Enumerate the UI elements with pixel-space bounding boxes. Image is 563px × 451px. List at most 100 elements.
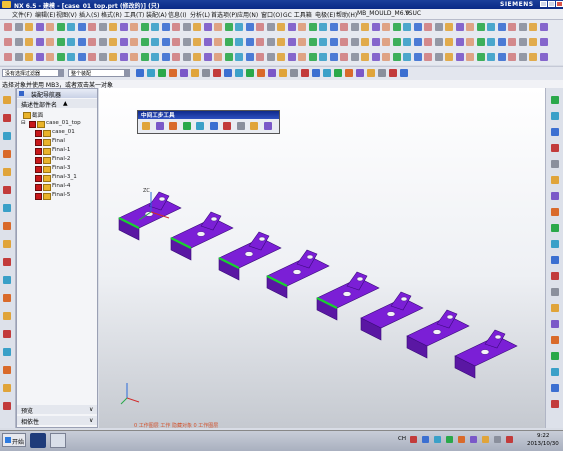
toolbar-tool-icon[interactable]	[287, 53, 296, 61]
toolbar-tool-icon[interactable]	[14, 53, 23, 61]
step-tool-icon[interactable]	[182, 122, 191, 130]
toolbar-tool-icon[interactable]	[434, 53, 443, 61]
toolbar-tool-icon[interactable]	[371, 38, 380, 46]
toolbar-tool-icon[interactable]	[151, 23, 159, 31]
snap-tool-icon[interactable]	[389, 69, 397, 77]
toolbar-tool-icon[interactable]	[455, 38, 464, 46]
toolbar-tool-icon[interactable]	[308, 23, 317, 31]
toolbar-tool-icon[interactable]	[214, 38, 222, 46]
toolbar-tool-icon[interactable]	[466, 38, 474, 46]
toolbar-tool-icon[interactable]	[539, 23, 548, 31]
checkbox-icon[interactable]	[35, 175, 42, 182]
bracket-hole[interactable]	[494, 334, 502, 340]
right-tool-icon[interactable]	[551, 288, 559, 296]
language-indicator[interactable]: CH	[398, 436, 406, 442]
resource-tab-icon[interactable]	[3, 222, 11, 230]
toolbar-tool-icon[interactable]	[382, 23, 390, 31]
bracket-hole[interactable]	[244, 251, 254, 257]
toolbar-tool-icon[interactable]	[329, 38, 338, 46]
toolbar-tool-icon[interactable]	[445, 53, 453, 61]
toolbar-tool-icon[interactable]	[445, 23, 453, 31]
toolbar-tool-icon[interactable]	[14, 38, 23, 46]
toolbar-tool-icon[interactable]	[298, 38, 306, 46]
resource-tab-icon[interactable]	[3, 312, 11, 320]
toolbar-tool-icon[interactable]	[329, 53, 338, 61]
toolbar-tool-icon[interactable]	[466, 53, 474, 61]
toolbar-tool-icon[interactable]	[46, 38, 54, 46]
right-tool-icon[interactable]	[551, 336, 559, 344]
toolbar-tool-icon[interactable]	[371, 23, 380, 31]
toolbar-tool-icon[interactable]	[140, 53, 149, 61]
toolbar-tool-icon[interactable]	[256, 23, 264, 31]
resource-tab-icon[interactable]	[3, 294, 11, 302]
toolbar-tool-icon[interactable]	[161, 23, 170, 31]
toolbar-tool-icon[interactable]	[529, 38, 537, 46]
snap-tool-icon[interactable]	[312, 69, 320, 77]
resource-tab-icon[interactable]	[3, 150, 11, 158]
snap-tool-icon[interactable]	[356, 69, 364, 77]
toolbar-tool-icon[interactable]	[172, 23, 180, 31]
toolbar-tool-icon[interactable]	[245, 23, 254, 31]
selection-filter-select[interactable]: 没有选择过滤器	[2, 69, 64, 77]
menu-item[interactable]: 文件(F)	[12, 10, 32, 19]
toolbar-tool-icon[interactable]	[98, 53, 107, 61]
menu-item[interactable]: 信息(I)	[168, 10, 186, 19]
tray-icon[interactable]	[482, 436, 489, 443]
right-tool-icon[interactable]	[551, 320, 559, 328]
toolbar-tool-icon[interactable]	[434, 38, 443, 46]
graphics-viewport[interactable]: ZC 0 工作图层 工作 隐藏对象 0 工作图层	[99, 88, 545, 429]
resource-tab-icon[interactable]	[3, 240, 11, 248]
toolbar-tool-icon[interactable]	[434, 23, 443, 31]
right-tool-icon[interactable]	[551, 112, 559, 120]
bracket-hole[interactable]	[446, 314, 454, 320]
toolbar-tool-icon[interactable]	[67, 23, 75, 31]
toolbar-tool-icon[interactable]	[109, 38, 117, 46]
snap-tool-icon[interactable]	[367, 69, 375, 77]
snap-tool-icon[interactable]	[202, 69, 210, 77]
toolbar-tool-icon[interactable]	[487, 53, 495, 61]
right-tool-icon[interactable]	[551, 160, 559, 168]
toolbar-tool-icon[interactable]	[403, 38, 411, 46]
menu-item[interactable]: MB_MOULD_M6.9	[357, 10, 409, 17]
toolbar-tool-icon[interactable]	[497, 38, 506, 46]
toolbar-tool-icon[interactable]	[235, 23, 243, 31]
toolbar-tool-icon[interactable]	[203, 23, 212, 31]
toolbar-tool-icon[interactable]	[193, 53, 201, 61]
wcs-z-label[interactable]: ZC	[143, 188, 150, 194]
minimize-button[interactable]	[540, 1, 547, 7]
toolbar-tool-icon[interactable]	[539, 53, 548, 61]
resource-tab-icon[interactable]	[3, 258, 11, 266]
toolbar-tool-icon[interactable]	[14, 23, 23, 31]
tray-icon[interactable]	[410, 436, 417, 443]
toolbar-tool-icon[interactable]	[308, 38, 317, 46]
toolbar-tool-icon[interactable]	[56, 53, 65, 61]
chevron-down-icon[interactable]	[124, 70, 130, 76]
toolbar-tool-icon[interactable]	[56, 23, 65, 31]
menu-item[interactable]: 帮助(H)	[336, 10, 357, 19]
toolbar-tool-icon[interactable]	[340, 38, 348, 46]
toolbar-tool-icon[interactable]	[140, 38, 149, 46]
toolbar-tool-icon[interactable]	[193, 38, 201, 46]
toolbar-tool-icon[interactable]	[25, 23, 33, 31]
bracket-hole[interactable]	[158, 196, 166, 202]
toolbar-tool-icon[interactable]	[56, 38, 65, 46]
checkbox-icon[interactable]	[35, 184, 42, 191]
menu-item[interactable]: 编辑(E)	[35, 10, 55, 19]
toolbar-tool-icon[interactable]	[319, 38, 327, 46]
toolbar-tool-icon[interactable]	[319, 53, 327, 61]
toolbar-tool-icon[interactable]	[235, 38, 243, 46]
toolbar-tool-icon[interactable]	[182, 23, 191, 31]
tray-icon[interactable]	[470, 436, 477, 443]
toolbar-tool-icon[interactable]	[350, 38, 359, 46]
toolbar-tool-icon[interactable]	[392, 38, 401, 46]
toolbar-tool-icon[interactable]	[35, 23, 44, 31]
navigator-column-header[interactable]: 描述性部件名 ▲	[17, 99, 97, 109]
bracket-hole[interactable]	[306, 254, 314, 260]
toolbar-tool-icon[interactable]	[466, 23, 474, 31]
toolbar-tool-icon[interactable]	[518, 38, 527, 46]
toolbar-tool-icon[interactable]	[161, 38, 170, 46]
toolbar-tool-icon[interactable]	[424, 23, 432, 31]
close-button[interactable]	[556, 1, 563, 7]
toolbar-tool-icon[interactable]	[224, 38, 233, 46]
right-tool-icon[interactable]	[551, 400, 559, 408]
